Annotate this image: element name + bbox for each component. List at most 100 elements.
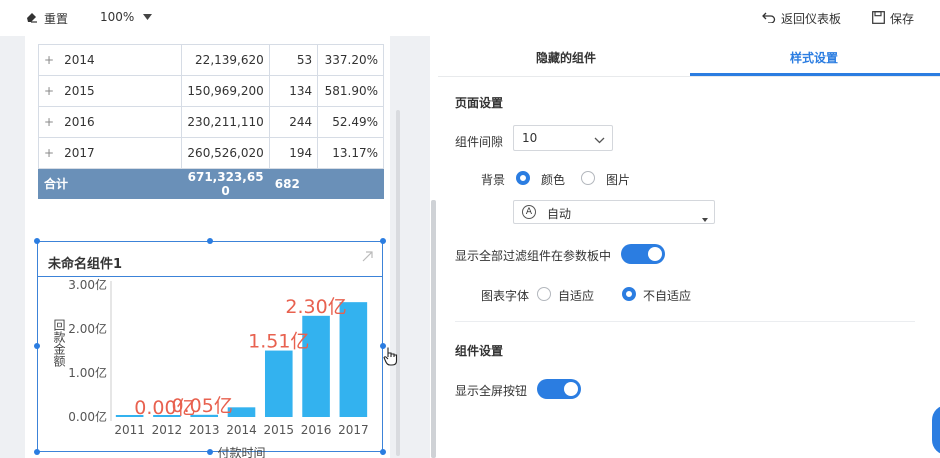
total-row: 合计 671,323,65 0 682: [37, 168, 384, 199]
bg-image-radio[interactable]: [581, 171, 595, 185]
caret-down-icon: [702, 211, 708, 225]
toggle-knob: [564, 382, 578, 396]
year-text: 2016: [64, 115, 95, 129]
tab-hidden-widgets[interactable]: 隐藏的组件: [536, 49, 596, 66]
zoom-label: 100%: [100, 10, 135, 24]
widget-settings-title: 组件设置: [455, 344, 504, 358]
background-label: 背景: [481, 173, 506, 187]
bar: [339, 302, 368, 417]
tab-style-settings[interactable]: 样式设置: [790, 49, 838, 66]
resize-handle-tl[interactable]: [34, 238, 40, 244]
data-label: 2.30亿: [285, 296, 346, 318]
show-filters-toggle[interactable]: [621, 244, 665, 264]
x-axis-label: 付款时间: [217, 446, 265, 458]
gap-select[interactable]: 10: [513, 125, 613, 151]
bar-chart: 0.00亿 1.00亿 2.00亿 3.00亿回款金额 2011 2012 2013 2014…: [52, 277, 369, 458]
data-label: 0.05亿: [172, 395, 233, 417]
back-to-dashboard-button[interactable]: 返回仪表板: [762, 10, 841, 27]
font-noauto-label: 不自适应: [643, 289, 692, 303]
bg-color-label: 颜色: [541, 173, 566, 187]
font-auto-radio[interactable]: [537, 287, 551, 301]
bg-color-select[interactable]: A 自动: [513, 200, 715, 224]
panel-tabs: 隐藏的组件 样式设置: [438, 36, 940, 77]
rate-cell: 13.17%: [317, 137, 384, 169]
hand-cursor-icon: [383, 346, 399, 369]
y-tick-label: 1.00亿: [68, 365, 107, 380]
chart-font-label: 图表字体: [481, 289, 530, 303]
save-button[interactable]: 保存: [872, 10, 914, 27]
x-tick-label: 2014: [226, 423, 257, 437]
year-text: 2015: [64, 84, 95, 98]
table-row: +2016 230,211,110 244 52.49%: [37, 106, 384, 138]
zoom-select[interactable]: 100%: [100, 10, 153, 24]
reset-button[interactable]: 重置: [25, 10, 68, 27]
x-tick-label: 2015: [264, 423, 295, 437]
rate-cell: 337.20%: [317, 44, 384, 76]
bar: [264, 350, 293, 417]
widget-title: 未命名组件1: [48, 257, 123, 272]
active-tab-indicator: [690, 73, 940, 76]
fullscreen-label: 显示全屏按钮: [455, 384, 528, 398]
amount-cell: 260,526,020: [181, 137, 270, 169]
amount-cell: 230,211,110: [181, 106, 270, 138]
x-tick-label: 2013: [189, 423, 220, 437]
panel-scrollbar[interactable]: [431, 200, 436, 458]
bg-color-radio[interactable]: [516, 171, 530, 185]
resize-handle-tc[interactable]: [207, 238, 213, 244]
gap-value: 10: [522, 131, 538, 145]
undo-arrow-icon: [762, 11, 776, 26]
rate-cell: 581.90%: [317, 75, 384, 107]
font-auto-label: 自适应: [558, 289, 595, 303]
x-tick-label: 2011: [114, 423, 145, 437]
x-tick-label: 2016: [301, 423, 332, 437]
caret-down-icon: [143, 10, 153, 24]
year-text: 2014: [64, 53, 95, 67]
resize-handle-bc[interactable]: [207, 449, 213, 455]
expand-plus-icon[interactable]: +: [44, 115, 54, 129]
y-tick-label: 3.00亿: [68, 277, 107, 292]
year-text: 2017: [64, 146, 95, 160]
expand-arrow-icon[interactable]: [362, 251, 373, 265]
resize-handle-bl[interactable]: [34, 449, 40, 455]
amount-cell: 150,969,200: [181, 75, 270, 107]
floppy-disk-icon: [872, 10, 885, 27]
y-tick-label: 0.00亿: [68, 409, 107, 424]
total-amount-line2: 0: [221, 184, 230, 198]
expand-plus-icon[interactable]: +: [44, 53, 54, 67]
resize-handle-ml[interactable]: [34, 343, 40, 349]
floating-help-button[interactable]: [932, 405, 940, 455]
page-settings-title: 页面设置: [455, 96, 504, 110]
gap-label: 组件间隙: [455, 135, 504, 149]
chevron-down-icon: [594, 133, 605, 147]
amount-cell: 22,139,620: [181, 44, 270, 76]
total-amount-line1: 671,323,65: [187, 170, 264, 184]
count-cell: 194: [268, 137, 319, 169]
table-row: +2014 22,139,620 53 337.20%: [37, 44, 384, 76]
total-rate-cell: [317, 168, 384, 199]
x-tick-label: 2012: [152, 423, 183, 437]
font-noauto-radio[interactable]: [622, 287, 636, 301]
bg-select-value: 自动: [547, 207, 572, 221]
total-amount-cell: 671,323,65 0: [181, 168, 270, 199]
show-filters-label: 显示全部过滤组件在参数板中: [455, 249, 612, 263]
expand-plus-icon[interactable]: +: [44, 84, 54, 98]
bg-image-label: 图片: [606, 173, 631, 187]
x-tick-label: 2017: [338, 423, 369, 437]
resize-handle-tr[interactable]: [380, 238, 386, 244]
rate-cell: 52.49%: [317, 106, 384, 138]
count-cell: 244: [268, 106, 319, 138]
eraser-icon: [25, 10, 39, 27]
total-label: 合计: [37, 168, 183, 199]
data-label: 1.51亿: [248, 331, 309, 353]
section-divider: [455, 321, 915, 322]
canvas-scrollbar[interactable]: [396, 110, 400, 456]
expand-plus-icon[interactable]: +: [44, 146, 54, 160]
fullscreen-toggle[interactable]: [537, 379, 581, 399]
resize-handle-br[interactable]: [380, 449, 386, 455]
table-row: +2015 150,969,200 134 581.90%: [37, 75, 384, 107]
top-toolbar: 重置 100% 返回仪表板 保存: [0, 0, 940, 36]
chart-widget[interactable]: 未命名组件1 0.00亿 1.00亿 2.00亿 3.00亿 回款金额 2011 2012 2…: [37, 241, 383, 458]
y-axis-label: 回款金额: [52, 319, 66, 368]
toggle-knob: [648, 247, 662, 261]
count-cell: 53: [268, 44, 319, 76]
